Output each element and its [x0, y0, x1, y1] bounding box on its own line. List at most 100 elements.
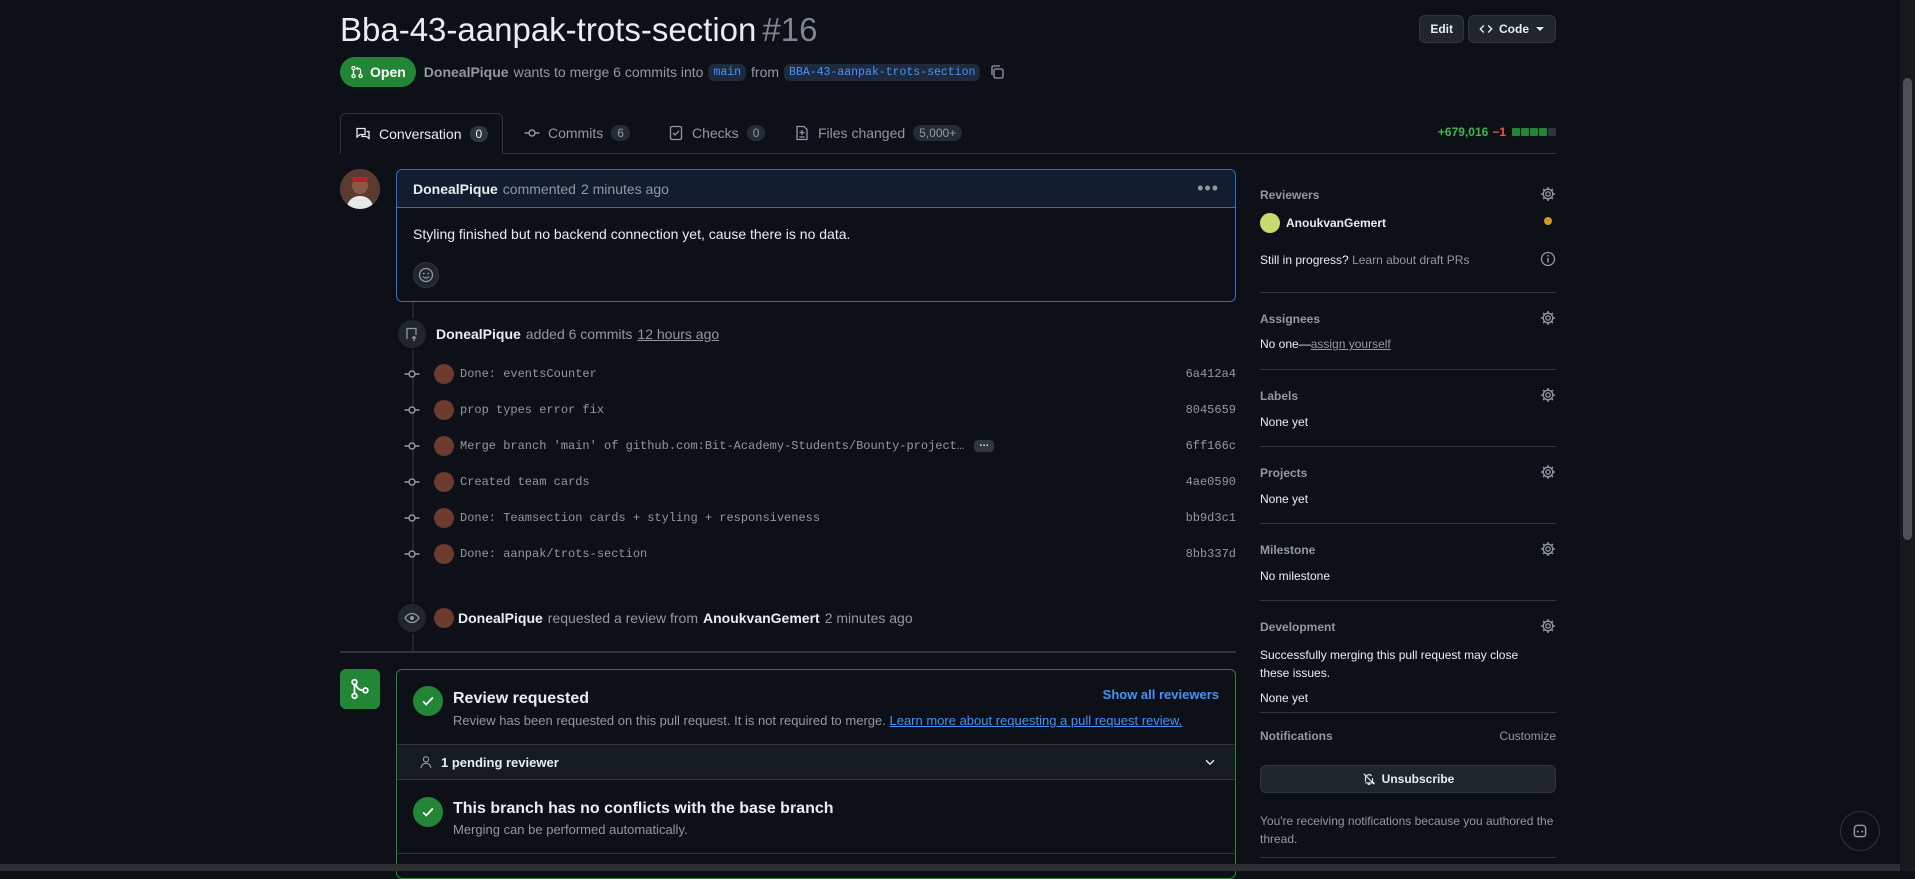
file-diff-icon: [796, 125, 808, 141]
tab-checks-count: 0: [746, 125, 766, 141]
no-conflicts-title: This branch has no conflicts with the ba…: [453, 800, 834, 817]
copy-icon[interactable]: [989, 64, 1005, 80]
show-all-reviewers-link[interactable]: Show all reviewers: [1103, 687, 1219, 702]
commit-message[interactable]: prop types error fix: [460, 403, 604, 417]
sidebar-milestone: Milestone No milestone: [1260, 524, 1556, 601]
commit-author-avatar[interactable]: [434, 544, 454, 564]
check-icon: [422, 696, 434, 706]
copilot-icon: [1853, 824, 1867, 838]
comment-author[interactable]: DonealPique: [413, 181, 498, 197]
author-link[interactable]: DonealPique: [424, 64, 509, 80]
unsubscribe-label: Unsubscribe: [1381, 772, 1455, 786]
pr-title-text: Bba-43-aanpak-trots-section: [340, 11, 757, 48]
tab-files-changed[interactable]: Files changed 5,000+: [780, 113, 976, 153]
commit-sha[interactable]: 4ae0590: [1186, 475, 1236, 489]
merge-status-badge: [340, 669, 380, 709]
copilot-button[interactable]: [1840, 811, 1880, 851]
code-button[interactable]: Code: [1468, 15, 1556, 43]
diffstat-block: [1521, 128, 1529, 136]
timeline-divider: [340, 651, 1236, 653]
commit-message[interactable]: Created team cards: [460, 475, 590, 489]
caret-down-icon: [1536, 27, 1544, 31]
commit-author-avatar[interactable]: [434, 364, 454, 384]
commit-row: Created team cards 4ae0590: [404, 472, 1236, 492]
commit-author-avatar[interactable]: [434, 508, 454, 528]
commits-added-text: DonealPique added 6 commits 12 hours ago: [436, 326, 719, 342]
review-check: [413, 686, 443, 716]
diffstat: +679,016 −1: [1438, 125, 1556, 139]
comment-body: Styling finished but no backend connecti…: [413, 226, 851, 242]
draft-pr-link[interactable]: Learn about draft PRs: [1352, 253, 1469, 267]
gear-icon[interactable]: [1540, 387, 1556, 403]
comment-time[interactable]: 2 minutes ago: [581, 181, 669, 197]
commit-author-avatar[interactable]: [434, 436, 454, 456]
expand-commit-message-button[interactable]: …: [974, 439, 995, 452]
info-icon[interactable]: [1540, 251, 1556, 267]
development-value: None yet: [1260, 691, 1309, 705]
review-request-event: DonealPique requested a review from Anou…: [396, 602, 913, 634]
projects-heading: Projects: [1260, 466, 1308, 480]
vertical-scrollbar[interactable]: [1900, 0, 1915, 871]
review-learn-more-link[interactable]: Learn more about requesting a pull reque…: [889, 713, 1182, 728]
add-reaction-button[interactable]: [413, 262, 439, 288]
kebab-horizontal-icon[interactable]: •••: [1197, 178, 1219, 199]
conflicts-check: [413, 797, 443, 827]
commit-message[interactable]: Merge branch 'main' of github.com:Bit-Ac…: [460, 439, 964, 453]
gear-icon[interactable]: [1540, 186, 1556, 202]
commit-message[interactable]: Done: aanpak/trots-section: [460, 547, 647, 561]
assign-yourself-link[interactable]: assign yourself: [1311, 337, 1391, 351]
gear-icon[interactable]: [1540, 310, 1556, 326]
tab-commits-count: 6: [611, 125, 630, 141]
commit-icon: [404, 438, 420, 454]
gear-icon[interactable]: [1540, 464, 1556, 480]
commit-author-avatar[interactable]: [434, 472, 454, 492]
labels-value: None yet: [1260, 415, 1309, 429]
unsubscribe-button[interactable]: Unsubscribe: [1260, 765, 1556, 793]
pull-request-icon: [351, 65, 363, 79]
development-text: Successfully merging this pull request m…: [1260, 648, 1519, 680]
gear-icon[interactable]: [1540, 618, 1556, 634]
merge-text: wants to merge 6 commits into: [513, 64, 704, 80]
reviewer-item[interactable]: AnoukvanGemert: [1260, 213, 1386, 233]
sidebar-labels: Labels None yet: [1260, 370, 1556, 447]
diff-deletions: −1: [1492, 125, 1506, 139]
commit-author-avatar[interactable]: [434, 400, 454, 420]
base-branch[interactable]: main: [708, 63, 747, 81]
review-event-time[interactable]: 2 minutes ago: [825, 610, 913, 626]
pending-reviewers-row[interactable]: 1 pending reviewer: [397, 744, 1235, 780]
merge-box: Review requested Review has been request…: [396, 669, 1236, 879]
assignees-heading: Assignees: [1260, 312, 1321, 326]
commit-sha[interactable]: 8bb337d: [1186, 547, 1236, 561]
edit-button[interactable]: Edit: [1419, 15, 1464, 43]
head-branch[interactable]: BBA-43-aanpak-trots-section: [784, 63, 981, 81]
tab-conversation[interactable]: Conversation 0: [340, 113, 504, 154]
author-avatar[interactable]: [340, 169, 380, 209]
milestone-heading: Milestone: [1260, 543, 1316, 557]
chevron-down-icon[interactable]: [1203, 755, 1217, 769]
tab-files-count: 5,000+: [913, 125, 963, 141]
commits-event-time[interactable]: 12 hours ago: [637, 326, 719, 342]
review-event-author[interactable]: DonealPique: [458, 610, 543, 626]
tab-commits[interactable]: Commits 6: [510, 113, 644, 153]
draft-question: Still in progress?: [1260, 253, 1349, 267]
tab-checks-label: Checks: [692, 125, 739, 141]
commits-event-author[interactable]: DonealPique: [436, 326, 521, 342]
review-event-avatar[interactable]: [434, 608, 454, 628]
assignees-none: No one—: [1260, 337, 1311, 351]
commit-sha[interactable]: 6a412a4: [1186, 367, 1236, 381]
commit-icon: [404, 402, 420, 418]
commit-sha[interactable]: bb9d3c1: [1186, 511, 1236, 525]
tab-commits-label: Commits: [548, 125, 604, 141]
commit-sha[interactable]: 8045659: [1186, 403, 1236, 417]
sidebar-assignees: Assignees No one—assign yourself: [1260, 293, 1556, 370]
tab-checks[interactable]: Checks 0: [654, 113, 779, 153]
review-event-reviewer[interactable]: AnoukvanGemert: [703, 610, 820, 626]
scrollbar-thumb[interactable]: [1903, 78, 1912, 540]
commit-sha[interactable]: 6ff166c: [1186, 439, 1236, 453]
customize-link[interactable]: Customize: [1499, 729, 1556, 743]
commit-message[interactable]: Done: Teamsection cards + styling + resp…: [460, 511, 820, 525]
edit-label: Edit: [1430, 22, 1453, 36]
gear-icon[interactable]: [1540, 541, 1556, 557]
commit-message[interactable]: Done: eventsCounter: [460, 367, 597, 381]
tab-conversation-count: 0: [469, 125, 489, 142]
